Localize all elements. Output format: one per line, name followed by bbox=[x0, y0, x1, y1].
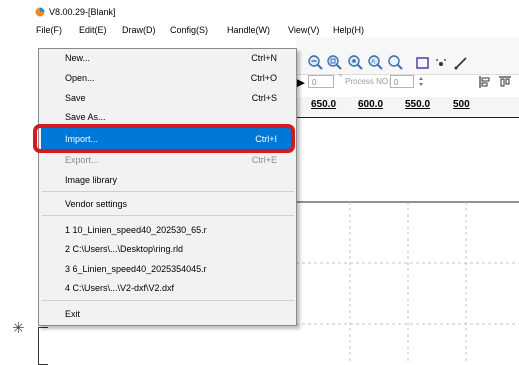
menu-item-image-library[interactable]: Image library bbox=[65, 175, 117, 185]
menu-draw[interactable]: Draw(D) bbox=[122, 25, 156, 35]
ruler-label: 650.0 bbox=[311, 99, 337, 110]
toolbar: A bbox=[296, 37, 519, 75]
align-top-icon[interactable] bbox=[498, 75, 512, 89]
menu-item-export[interactable]: Export... bbox=[65, 155, 99, 165]
zoom-fit-icon[interactable] bbox=[347, 54, 365, 72]
menu-item-exit[interactable]: Exit bbox=[65, 309, 80, 319]
ruler-label: 550.0 bbox=[405, 99, 431, 110]
menu-separator bbox=[42, 191, 294, 192]
menu-item-save-as[interactable]: Save As... bbox=[65, 112, 106, 122]
spin-icon[interactable] bbox=[418, 75, 424, 88]
ruler-label: 600.0 bbox=[358, 99, 384, 110]
import-callout-outline bbox=[33, 124, 295, 153]
shortcut-save: Ctrl+S bbox=[251, 93, 277, 103]
menu-item-open[interactable]: Open... bbox=[65, 73, 95, 83]
menu-separator bbox=[42, 215, 294, 216]
menu-file[interactable]: File(F) bbox=[36, 25, 62, 35]
value-field[interactable]: 0 bbox=[308, 75, 334, 88]
value-field-text: 0 bbox=[312, 78, 317, 87]
shortcut-new: Ctrl+N bbox=[251, 53, 277, 63]
process-label: Process NO: bbox=[345, 77, 391, 86]
menu-handle[interactable]: Handle(W) bbox=[227, 25, 270, 35]
process-number-field[interactable]: 0 bbox=[390, 75, 414, 88]
shortcut-open: Ctrl+O bbox=[250, 73, 277, 83]
menu-item-save[interactable]: Save bbox=[65, 93, 86, 103]
shortcut-export: Ctrl+E bbox=[251, 155, 277, 165]
align-left-icon[interactable] bbox=[478, 75, 492, 89]
menu-item-new[interactable]: New... bbox=[65, 53, 90, 63]
horizontal-ruler: 650.0 600.0 550.0 500 bbox=[296, 97, 519, 118]
vertical-ruler bbox=[38, 327, 48, 365]
zoom-in-icon[interactable] bbox=[326, 54, 344, 72]
canvas-grid bbox=[296, 201, 519, 363]
app-icon bbox=[35, 7, 45, 17]
snowflake-icon[interactable]: ✳ bbox=[12, 319, 25, 337]
menu-bar: File(F) Edit(E) Draw(D) Config(S) Handle… bbox=[0, 22, 519, 37]
zoom-page-icon[interactable] bbox=[387, 54, 405, 72]
menu-item-vendor-settings[interactable]: Vendor settings bbox=[65, 199, 127, 209]
pen-icon[interactable] bbox=[452, 54, 470, 72]
process-number-text: 0 bbox=[394, 78, 399, 87]
ruler-label: 500 bbox=[453, 99, 470, 110]
menu-view[interactable]: View(V) bbox=[288, 25, 319, 35]
recent-file-2[interactable]: 2 C:\Users\...\Desktop\ring.rld bbox=[65, 244, 183, 254]
svg-text:A: A bbox=[371, 60, 375, 66]
drawing-canvas[interactable] bbox=[296, 118, 519, 363]
arrow-indicator: ▶ bbox=[296, 77, 305, 89]
menu-separator bbox=[42, 300, 294, 301]
zoom-area-icon[interactable]: A bbox=[367, 54, 385, 72]
degree-symbol: ° bbox=[339, 73, 343, 82]
menu-help[interactable]: Help(H) bbox=[333, 25, 364, 35]
recent-file-4[interactable]: 4 C:\Users\...\V2-dxf\V2.dxf bbox=[65, 283, 174, 293]
menu-edit[interactable]: Edit(E) bbox=[79, 25, 107, 35]
title-bar: V8.00.29-[Blank] bbox=[0, 0, 519, 22]
node-icon[interactable] bbox=[433, 54, 451, 72]
window-title: V8.00.29-[Blank] bbox=[49, 7, 116, 17]
menu-config[interactable]: Config(S) bbox=[170, 25, 208, 35]
zoom-out-icon[interactable] bbox=[307, 54, 325, 72]
recent-file-1[interactable]: 1 10_Linien_speed40_202530_65.r bbox=[65, 225, 207, 235]
recent-file-3[interactable]: 3 6_Linien_speed40_2025354045.r bbox=[65, 264, 207, 274]
select-rect-icon[interactable] bbox=[414, 54, 432, 72]
tool-panel: ✳ bbox=[0, 37, 48, 365]
